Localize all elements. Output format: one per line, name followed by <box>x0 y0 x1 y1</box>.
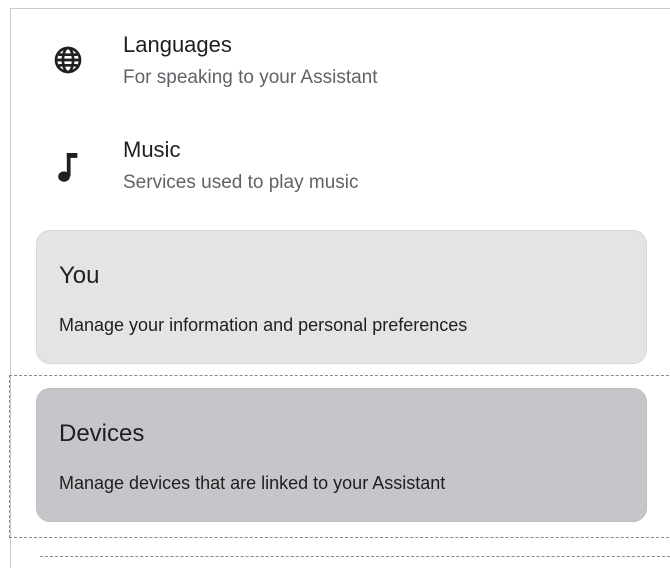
globe-icon <box>50 42 86 78</box>
card-description: Manage your information and personal pre… <box>59 315 468 335</box>
card-title: Devices <box>59 420 145 447</box>
settings-item-title: Music <box>123 137 181 162</box>
settings-item-music[interactable]: Music Services used to play music <box>10 125 660 221</box>
settings-item-subtitle: Services used to play music <box>123 172 359 193</box>
settings-item-languages[interactable]: Languages For speaking to your Assistant <box>10 20 660 116</box>
card-you[interactable]: You Manage your information and personal… <box>36 230 647 364</box>
divider <box>40 556 670 557</box>
card-devices[interactable]: Devices Manage devices that are linked t… <box>36 388 647 522</box>
card-description: Manage devices that are linked to your A… <box>59 473 446 493</box>
settings-item-title: Languages <box>123 32 232 57</box>
music-note-icon <box>50 149 86 185</box>
settings-item-subtitle: For speaking to your Assistant <box>123 67 378 88</box>
card-title: You <box>59 262 100 289</box>
